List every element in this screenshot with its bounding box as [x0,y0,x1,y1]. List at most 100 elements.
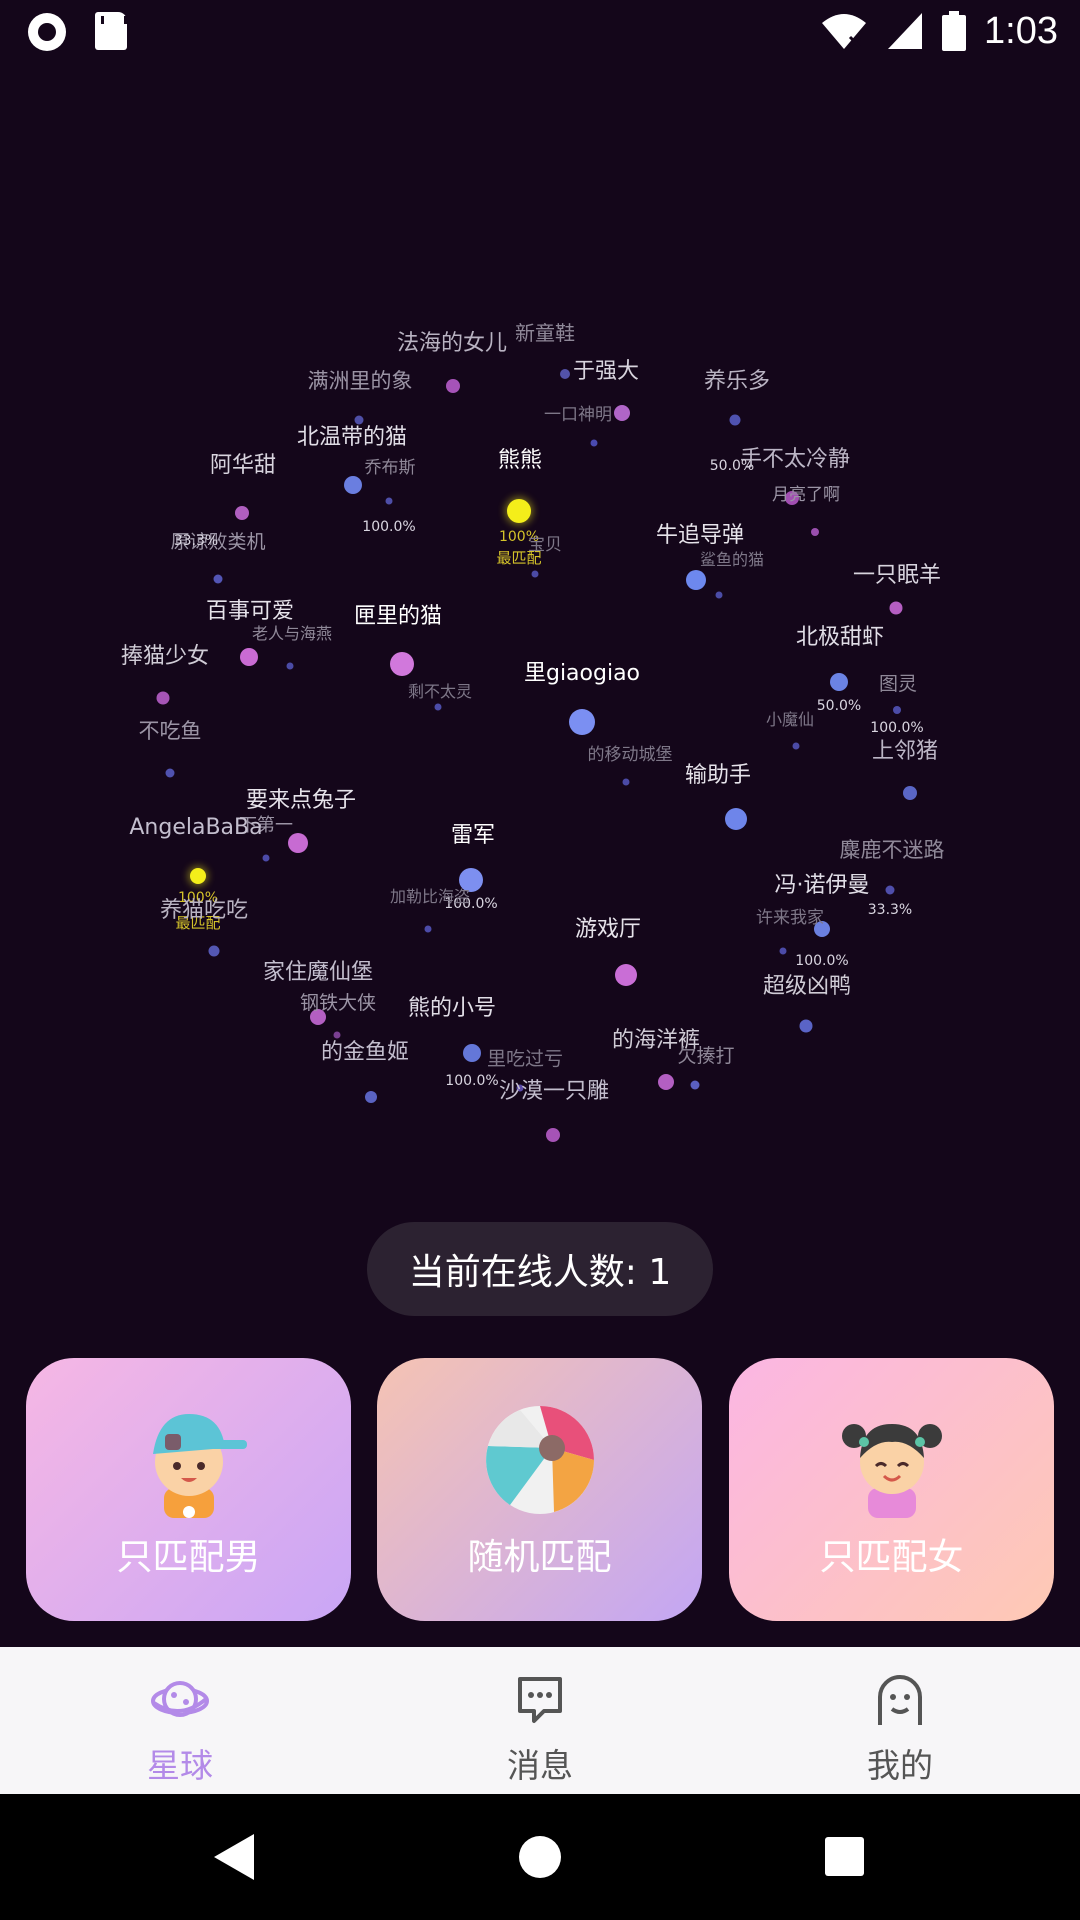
sd-card-icon [95,12,127,50]
user-dot[interactable] [546,1128,560,1142]
user-dot[interactable] [590,439,598,447]
match-random-label: 随机匹配 [467,1537,612,1578]
user-name-label: 要来点兔子 [245,787,357,813]
user-name-label: AngelaBaBa [129,814,263,840]
user-dot[interactable] [622,778,630,786]
user-dot[interactable] [240,648,258,666]
user-dot[interactable] [903,786,917,800]
online-count-badge: 当前在线人数: 1 [367,1222,713,1316]
user-dot[interactable] [344,476,362,494]
signal-icon [888,13,923,49]
tab-me-label: 我的 [867,1746,933,1785]
match-percent-label: 50.0% [709,458,755,474]
user-name-label: 上邻猪 [871,738,939,764]
user-dot[interactable] [830,673,848,691]
girl-avatar-icon [841,1424,942,1518]
user-dot[interactable] [615,964,637,986]
online-count-label: 当前在线人数: 1 [408,1252,672,1293]
user-name-label: 熊熊 [497,447,543,473]
user-name-label: 满洲里的象 [307,369,413,394]
user-dot[interactable] [799,1019,813,1033]
user-name-label: 钢铁大侠 [299,991,377,1014]
user-dot[interactable] [889,601,903,615]
user-dot[interactable] [686,570,706,590]
user-name-label: 一口神明 [544,404,612,425]
user-dot[interactable] [658,1074,674,1090]
user-dot[interactable] [614,405,630,421]
battery-icon [942,11,967,51]
user-name-label: 沙漠一只雕 [498,1078,610,1104]
user-dot[interactable] [208,945,220,957]
user-name-label: 里吃过亏 [486,1047,564,1070]
user-dot[interactable] [385,497,393,505]
match-percent-label: 33.3% [867,902,913,918]
user-dot[interactable] [213,574,223,584]
user-name-label: 法海的女儿 [396,330,508,356]
match-random-button[interactable]: 随机匹配 [377,1358,702,1621]
user-name-label: 鲨鱼的猫 [699,550,765,570]
user-dot[interactable] [885,885,895,895]
profile-icon [878,1675,922,1725]
user-name-label: 超级凶鸭 [762,973,852,999]
bottom-tab-bar: 星球 消息 我的 [0,1647,1080,1794]
user-dot[interactable] [365,1091,377,1103]
user-name-label: 新童鞋 [515,321,575,345]
back-icon[interactable] [214,1834,254,1880]
tab-messages[interactable]: 消息 [360,1647,720,1794]
user-name-label: 阿华甜 [209,452,277,478]
tab-planet[interactable]: 星球 [0,1647,360,1794]
user-name-label: 匣里的猫 [353,603,443,629]
message-icon [518,1677,562,1723]
wifi-off-icon [822,14,867,49]
match-male-label: 只匹配男 [116,1537,261,1578]
user-dot[interactable] [463,1044,481,1062]
user-dot[interactable] [286,662,294,670]
user-dot[interactable] [560,369,570,379]
user-dot[interactable] [190,868,206,884]
user-dot[interactable] [165,768,175,778]
user-name-label: 欠揍打 [677,1044,735,1067]
user-dot[interactable] [424,925,432,933]
user-dot[interactable] [531,570,539,578]
user-dot[interactable] [507,499,531,523]
user-dot[interactable] [262,854,270,862]
user-dot[interactable] [434,703,442,711]
match-percent-label: 100.0% [795,953,849,969]
user-dot[interactable] [235,506,249,520]
user-dot[interactable] [893,706,901,714]
user-name-label: 养乐多 [703,368,771,394]
user-dot[interactable] [690,1080,700,1090]
user-name-label: 北极甜虾 [795,624,885,650]
user-name-label: 冯·诺伊曼 [774,872,870,898]
match-male-button[interactable]: 只匹配男 [26,1358,351,1621]
user-dot[interactable] [390,652,414,676]
user-dot[interactable] [779,947,787,955]
user-name-label: 里giaogiao [523,660,641,686]
beach-ball-icon [485,1406,594,1514]
home-icon[interactable] [519,1836,561,1878]
user-name-label: 许来我家 [756,907,824,928]
user-name-label: 小魔仙 [765,710,815,730]
recent-apps-icon[interactable] [825,1837,864,1876]
user-name-label: 的移动城堡 [587,744,673,765]
boy-avatar-icon [152,1414,247,1518]
user-dot[interactable] [792,742,800,750]
user-dot[interactable] [811,528,819,536]
match-female-button[interactable]: 只匹配女 [729,1358,1054,1621]
user-name-label: 加勒比海盗 [389,887,471,907]
user-name-label: 北温带的猫 [296,424,408,450]
user-dot[interactable] [569,709,595,735]
user-name-label: 牛追导弹 [655,522,745,548]
status-bar: 1:03 [0,0,1080,63]
user-dot[interactable] [729,414,741,426]
user-name-label: 家住魔仙堡 [262,959,374,985]
tab-me[interactable]: 我的 [720,1647,1080,1794]
user-dot[interactable] [715,591,723,599]
user-dot[interactable] [156,691,170,705]
user-name-label: 手不太冷静 [739,446,851,472]
user-dot[interactable] [725,808,747,830]
tab-messages-label: 消息 [507,1746,573,1785]
user-dot[interactable] [446,379,460,393]
user-name-label: 一只眠羊 [852,562,942,588]
user-name-label: 月亮了啊 [772,484,840,505]
